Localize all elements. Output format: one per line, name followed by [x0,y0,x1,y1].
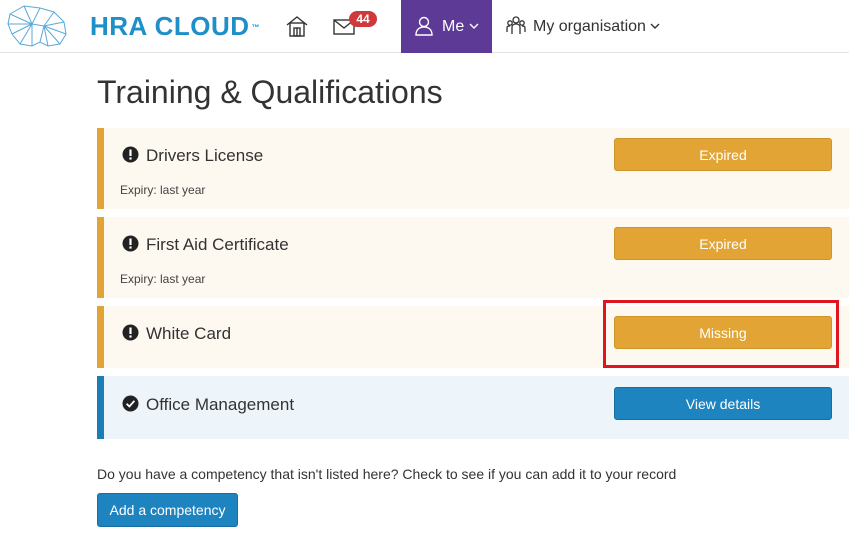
logo[interactable]: HRA CLOUD ™ [4,2,260,50]
me-menu[interactable]: Me [401,0,492,53]
home-nav-button[interactable] [284,14,310,38]
exclamation-icon [122,146,139,163]
unread-count-badge: 44 [349,11,377,27]
competency-card: Office Management View details [97,376,849,439]
competency-title: White Card [146,324,232,343]
page-title: Training & Qualifications [97,74,443,110]
competency-expiry: Expiry: last year [120,183,206,197]
exclamation-icon [122,324,139,341]
home-icon [286,16,308,37]
elephant-logo-icon [7,5,67,47]
people-icon [506,16,526,34]
messages-nav-button[interactable]: 44 [333,11,379,40]
competency-card: First Aid Certificate Expiry: last year … [97,217,849,298]
chevron-down-icon [650,23,660,29]
expired-button[interactable]: Expired [614,227,832,260]
view-details-button[interactable]: View details [614,387,832,420]
add-competency-prompt: Do you have a competency that isn't list… [97,466,677,482]
highlight-box [603,300,839,368]
exclamation-icon [122,235,139,252]
user-icon [415,16,433,36]
top-navigation-bar: HRA CLOUD ™ 44 Me My organisation [0,0,849,53]
competency-title: Drivers License [146,146,264,165]
competency-title: First Aid Certificate [146,235,289,254]
competency-title: Office Management [146,395,295,414]
me-menu-label: Me [442,18,465,35]
chevron-down-icon [469,23,479,29]
checkmark-icon [122,395,139,412]
competency-expiry: Expiry: last year [120,272,206,286]
expired-button[interactable]: Expired [614,138,832,171]
my-organisation-label: My organisation [533,18,646,35]
competency-card: Drivers License Expiry: last year Expire… [97,128,849,209]
my-organisation-menu[interactable]: My organisation [504,0,674,53]
add-competency-button[interactable]: Add a competency [97,493,238,527]
brand-name: HRA CLOUD ™ [90,11,261,41]
